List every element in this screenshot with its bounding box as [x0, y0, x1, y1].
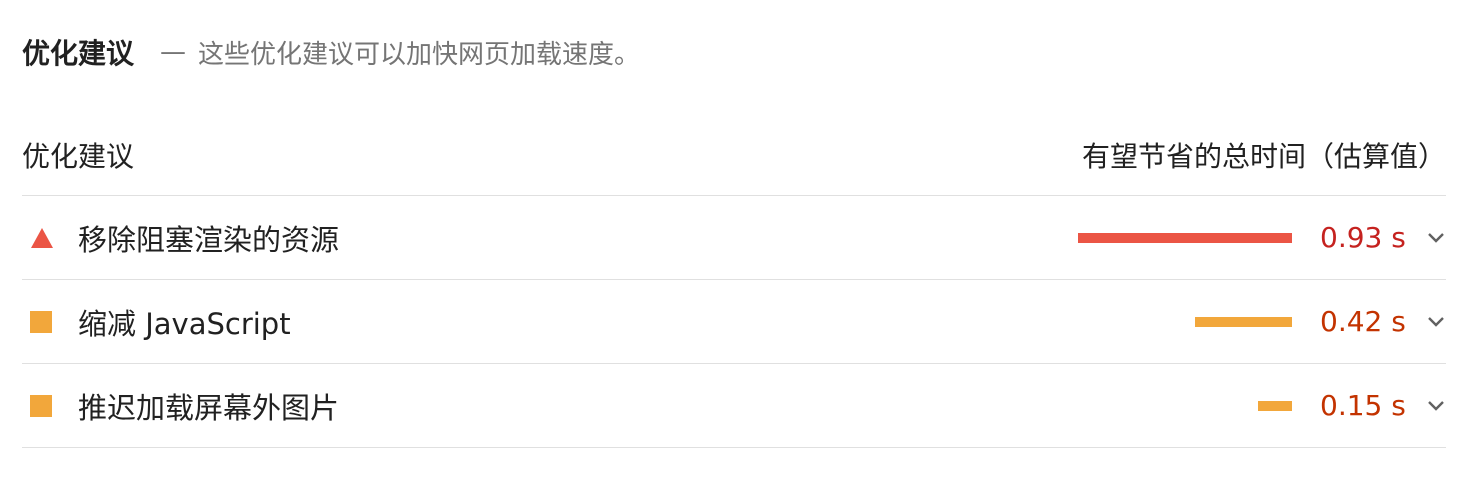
- section-header: 优化建议 — 这些优化建议可以加快网页加载速度。: [22, 30, 640, 74]
- orange-square-icon: [30, 310, 52, 333]
- opportunities-table: 优化建议 有望节省的总时间（估算值） 移除阻塞渲染的资源 0.93 s 缩减 J…: [22, 114, 1446, 448]
- opportunity-title: 推迟加载屏幕外图片: [78, 390, 340, 425]
- savings-area: 0.15 s: [1032, 364, 1446, 447]
- chevron-down-icon[interactable]: [1426, 396, 1446, 416]
- savings-area: 0.93 s: [1032, 196, 1446, 279]
- savings-value: 0.93 s: [1320, 221, 1406, 254]
- opportunity-row-render-blocking[interactable]: 移除阻塞渲染的资源 0.93 s: [22, 196, 1446, 280]
- section-separator: —: [160, 37, 187, 67]
- column-header-opportunity: 优化建议: [22, 139, 135, 173]
- savings-bar-track: [1032, 232, 1292, 243]
- column-header-savings: 有望节省的总时间（估算值）: [1081, 139, 1446, 173]
- table-header: 优化建议 有望节省的总时间（估算值）: [22, 114, 1446, 196]
- orange-square-icon: [30, 394, 52, 417]
- section-description: 这些优化建议可以加快网页加载速度。: [198, 39, 641, 70]
- section-title: 优化建议: [22, 37, 135, 70]
- opportunity-row-offscreen-images[interactable]: 推迟加载屏幕外图片 0.15 s: [22, 364, 1446, 448]
- chevron-down-icon[interactable]: [1426, 312, 1446, 332]
- opportunity-title: 缩减 JavaScript: [78, 306, 291, 341]
- opportunity-title: 移除阻塞渲染的资源: [78, 222, 340, 257]
- savings-area: 0.42 s: [1032, 280, 1446, 363]
- red-triangle-icon: [30, 227, 53, 249]
- opportunity-row-minify-js[interactable]: 缩减 JavaScript 0.42 s: [22, 280, 1446, 364]
- savings-bar: [1078, 232, 1292, 243]
- savings-value: 0.15 s: [1320, 389, 1406, 422]
- savings-bar: [1257, 400, 1292, 411]
- savings-bar-track: [1032, 400, 1292, 411]
- savings-value: 0.42 s: [1320, 305, 1406, 338]
- savings-bar-track: [1032, 316, 1292, 327]
- chevron-down-icon[interactable]: [1426, 228, 1446, 248]
- savings-bar: [1195, 316, 1292, 327]
